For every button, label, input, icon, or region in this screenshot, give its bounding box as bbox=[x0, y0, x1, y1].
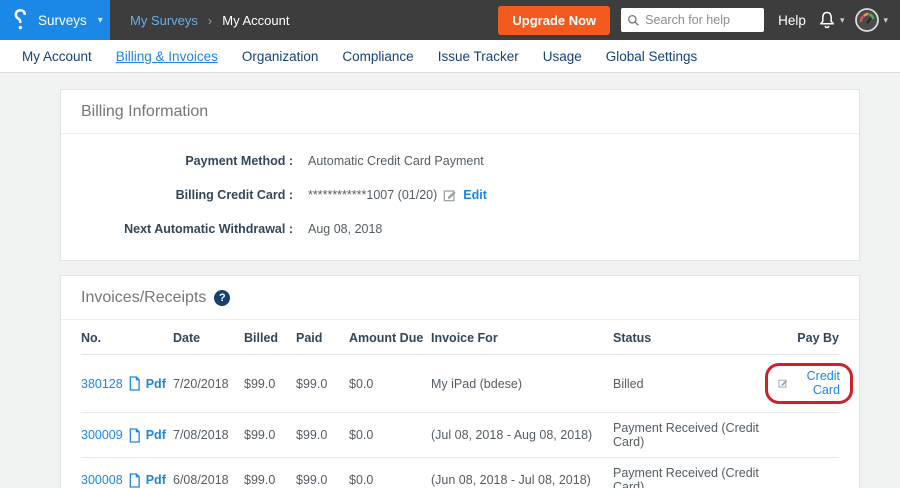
invoice-date: 7/20/2018 bbox=[173, 355, 244, 413]
pdf-file-icon[interactable] bbox=[128, 376, 141, 391]
invoice-amount-due: $0.0 bbox=[349, 413, 431, 458]
edit-pencil-icon bbox=[443, 188, 457, 202]
next-withdrawal-label: Next Automatic Withdrawal : bbox=[61, 222, 293, 236]
billing-credit-card-row: Billing Credit Card : ************1007 (… bbox=[61, 188, 859, 202]
help-circle-icon[interactable]: ? bbox=[214, 290, 230, 306]
page-content: Billing Information Payment Method : Aut… bbox=[0, 73, 900, 488]
payment-method-value: Automatic Credit Card Payment bbox=[308, 154, 484, 168]
account-sub-nav: My Account Billing & Invoices Organizati… bbox=[0, 40, 900, 73]
avatar-gauge-icon bbox=[854, 7, 880, 33]
top-bar: Surveys ▾ My Surveys › My Account Upgrad… bbox=[0, 0, 900, 40]
next-withdrawal-row: Next Automatic Withdrawal : Aug 08, 2018 bbox=[61, 222, 859, 236]
invoice-paid: $99.0 bbox=[296, 355, 349, 413]
invoices-table-wrap: No. Date Billed Paid Amount Due Invoice … bbox=[61, 320, 859, 488]
product-menu-label: Surveys bbox=[38, 13, 87, 28]
invoices-table: No. Date Billed Paid Amount Due Invoice … bbox=[81, 320, 839, 488]
invoice-row-300009: 300009 Pdf 7/08/2018 $99.0 $99.0 $0. bbox=[81, 413, 839, 458]
edit-card-link[interactable]: Edit bbox=[463, 188, 487, 202]
help-search-box[interactable] bbox=[621, 8, 764, 32]
invoice-number-link[interactable]: 300008 bbox=[81, 473, 123, 487]
billing-information-title: Billing Information bbox=[81, 103, 208, 121]
tab-billing-invoices[interactable]: Billing & Invoices bbox=[104, 49, 230, 64]
col-no: No. bbox=[81, 320, 173, 355]
masked-card-number: ************1007 (01/20) bbox=[308, 188, 437, 202]
invoice-for: My iPad (bdese) bbox=[431, 355, 613, 413]
tab-my-account[interactable]: My Account bbox=[10, 49, 104, 64]
tab-compliance[interactable]: Compliance bbox=[330, 49, 425, 64]
breadcrumb-my-account: My Account bbox=[222, 13, 289, 28]
col-billed: Billed bbox=[244, 320, 296, 355]
col-amount-due: Amount Due bbox=[349, 320, 431, 355]
invoice-number-link[interactable]: 300009 bbox=[81, 428, 123, 442]
invoices-receipts-header: Invoices/Receipts ? bbox=[61, 276, 859, 320]
chevron-down-icon: ▾ bbox=[98, 15, 103, 26]
tab-usage[interactable]: Usage bbox=[531, 49, 594, 64]
invoice-pay-by bbox=[765, 413, 839, 458]
tab-global-settings[interactable]: Global Settings bbox=[594, 49, 710, 64]
invoices-receipts-card: Invoices/Receipts ? No. Date Billed Paid… bbox=[60, 275, 860, 488]
invoice-number-link[interactable]: 380128 bbox=[81, 377, 123, 391]
search-input[interactable] bbox=[645, 13, 755, 27]
invoice-row-380128: 380128 Pdf 7/20/2018 $99.0 $99.0 $0. bbox=[81, 355, 839, 413]
invoice-billed: $99.0 bbox=[244, 355, 296, 413]
invoice-for: (Jun 08, 2018 - Jul 08, 2018) bbox=[431, 458, 613, 488]
col-pay-by: Pay By bbox=[765, 320, 839, 355]
payment-method-row: Payment Method : Automatic Credit Card P… bbox=[61, 154, 859, 168]
breadcrumb-my-surveys[interactable]: My Surveys bbox=[130, 13, 198, 28]
invoice-status: Payment Received (Credit Card) bbox=[613, 458, 765, 488]
invoice-status: Billed bbox=[613, 355, 765, 413]
invoice-billed: $99.0 bbox=[244, 413, 296, 458]
invoices-header-row: No. Date Billed Paid Amount Due Invoice … bbox=[81, 320, 839, 355]
invoice-billed: $99.0 bbox=[244, 458, 296, 488]
col-invoice-for: Invoice For bbox=[431, 320, 613, 355]
upgrade-now-button[interactable]: Upgrade Now bbox=[498, 6, 610, 35]
tab-issue-tracker[interactable]: Issue Tracker bbox=[426, 49, 531, 64]
pdf-file-icon[interactable] bbox=[128, 428, 141, 443]
account-menu[interactable]: ▾ bbox=[854, 7, 888, 33]
pdf-link[interactable]: Pdf bbox=[146, 377, 166, 391]
invoice-pay-by bbox=[765, 458, 839, 488]
billing-information-card: Billing Information Payment Method : Aut… bbox=[60, 89, 860, 261]
billing-information-header: Billing Information bbox=[61, 90, 859, 134]
chevron-down-icon: ▾ bbox=[883, 15, 888, 26]
tab-organization[interactable]: Organization bbox=[230, 49, 331, 64]
questionpro-logo-icon bbox=[12, 8, 29, 32]
next-withdrawal-value: Aug 08, 2018 bbox=[308, 222, 382, 236]
billing-credit-card-value: ************1007 (01/20) Edit bbox=[308, 188, 487, 202]
pdf-file-icon[interactable] bbox=[128, 473, 141, 488]
notifications-menu[interactable]: ▾ bbox=[817, 9, 845, 31]
credit-card-highlight: Credit Card bbox=[765, 363, 853, 404]
edit-pencil-icon bbox=[778, 376, 788, 390]
chevron-down-icon: ▾ bbox=[840, 15, 845, 26]
col-date: Date bbox=[173, 320, 244, 355]
pdf-link[interactable]: Pdf bbox=[146, 428, 166, 442]
invoice-amount-due: $0.0 bbox=[349, 355, 431, 413]
product-menu[interactable]: Surveys ▾ bbox=[0, 0, 110, 40]
invoice-paid: $99.0 bbox=[296, 413, 349, 458]
payment-method-label: Payment Method : bbox=[61, 154, 293, 168]
invoices-receipts-title: Invoices/Receipts bbox=[81, 289, 206, 307]
invoice-date: 6/08/2018 bbox=[173, 458, 244, 488]
invoice-row-300008: 300008 Pdf 6/08/2018 $99.0 $99.0 $0. bbox=[81, 458, 839, 488]
invoice-date: 7/08/2018 bbox=[173, 413, 244, 458]
invoice-for: (Jul 08, 2018 - Aug 08, 2018) bbox=[431, 413, 613, 458]
col-paid: Paid bbox=[296, 320, 349, 355]
billing-credit-card-label: Billing Credit Card : bbox=[61, 188, 293, 202]
invoice-amount-due: $0.0 bbox=[349, 458, 431, 488]
col-status: Status bbox=[613, 320, 765, 355]
bell-icon bbox=[817, 9, 837, 31]
pay-by-credit-card-link[interactable]: Credit Card bbox=[794, 369, 840, 397]
billing-information-body: Payment Method : Automatic Credit Card P… bbox=[61, 134, 859, 260]
breadcrumb: My Surveys › My Account bbox=[130, 13, 289, 28]
pdf-link[interactable]: Pdf bbox=[146, 473, 166, 487]
invoice-status: Payment Received (Credit Card) bbox=[613, 413, 765, 458]
search-icon bbox=[627, 14, 640, 27]
help-link[interactable]: Help bbox=[778, 13, 806, 28]
breadcrumb-separator: › bbox=[208, 13, 212, 28]
invoice-paid: $99.0 bbox=[296, 458, 349, 488]
